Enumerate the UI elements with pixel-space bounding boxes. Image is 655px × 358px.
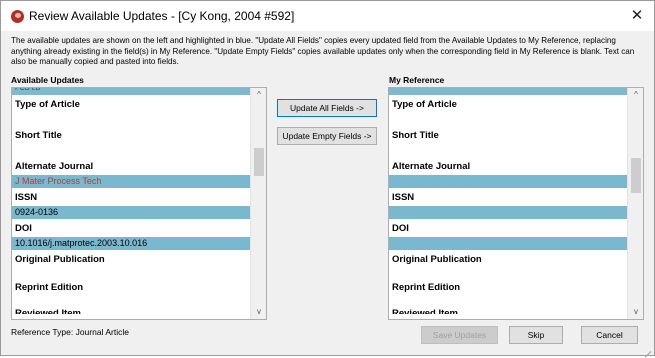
instructions-text: The available updates are shown on the l… <box>11 36 635 67</box>
my-reference-label: My Reference <box>389 75 445 85</box>
clipped-field-value: PCD LB <box>12 88 250 95</box>
scroll-down-arrow-icon[interactable]: v <box>628 305 643 319</box>
field-value-original-publication[interactable] <box>12 268 250 278</box>
save-updates-button[interactable]: Save Updates <box>421 326 498 344</box>
field-label-reprint-edition: Reprint Edition <box>392 282 461 293</box>
review-updates-dialog: Review Available Updates - [Cy Kong, 200… <box>0 0 655 356</box>
field-label-original-publication: Original Publication <box>392 254 482 265</box>
field-value-original-publication[interactable] <box>389 268 627 278</box>
field-value-reprint-edition[interactable] <box>12 296 250 306</box>
field-value-alternate-journal[interactable]: J Mater Process Tech <box>12 175 250 188</box>
resize-grip-icon[interactable] <box>641 342 653 354</box>
update-all-fields-button[interactable]: Update All Fields -> <box>277 99 377 117</box>
scroll-up-arrow-icon[interactable]: ^ <box>628 88 643 102</box>
scroll-up-arrow-icon[interactable]: ^ <box>251 88 266 102</box>
field-value-type-of-article[interactable] <box>389 113 627 126</box>
clipped-field-value <box>389 88 627 95</box>
reference-type-text: Reference Type: Journal Article <box>11 327 129 337</box>
field-label-issn: ISSN <box>15 192 38 203</box>
field-label-short-title: Short Title <box>392 130 439 141</box>
field-label-reviewed-item: Reviewed Item <box>15 308 81 314</box>
close-icon[interactable]: ✕ <box>627 7 647 25</box>
field-value-type-of-article[interactable] <box>12 113 250 126</box>
field-label-reprint-edition: Reprint Edition <box>15 282 84 293</box>
field-label-type-of-article: Type of Article <box>15 99 80 110</box>
available-updates-panel[interactable]: PCD LB Type of Article Short Title Alter… <box>11 87 267 320</box>
field-value-short-title[interactable] <box>12 144 250 157</box>
field-label-original-publication: Original Publication <box>15 254 105 265</box>
scroll-thumb[interactable] <box>631 158 641 193</box>
field-label-alternate-journal: Alternate Journal <box>15 161 94 172</box>
field-label-type-of-article: Type of Article <box>392 99 457 110</box>
field-value-short-title[interactable] <box>389 144 627 157</box>
field-label-doi: DOI <box>392 223 409 234</box>
my-reference-list: Type of Article Short Title Alternate Jo… <box>389 88 627 314</box>
update-empty-fields-button[interactable]: Update Empty Fields -> <box>277 127 377 145</box>
window-title: Review Available Updates - [Cy Kong, 200… <box>29 9 295 23</box>
field-label-issn: ISSN <box>392 192 415 203</box>
title-bar: Review Available Updates - [Cy Kong, 200… <box>1 1 654 31</box>
field-value-alternate-journal[interactable] <box>389 175 627 188</box>
field-label-alternate-journal: Alternate Journal <box>392 161 471 172</box>
available-updates-list: PCD LB Type of Article Short Title Alter… <box>12 88 250 314</box>
field-value-issn[interactable] <box>389 206 627 219</box>
available-updates-label: Available Updates <box>11 75 84 85</box>
field-label-doi: DOI <box>15 223 32 234</box>
cancel-button[interactable]: Cancel <box>581 326 638 344</box>
left-scrollbar[interactable]: ^ v <box>250 88 266 319</box>
endnote-app-icon <box>11 10 24 23</box>
field-value-doi[interactable] <box>389 237 627 250</box>
field-label-reviewed-item: Reviewed Item <box>392 308 458 314</box>
field-value-doi[interactable]: 10.1016/j.matprotec.2003.10.016 <box>12 237 250 250</box>
my-reference-panel[interactable]: Type of Article Short Title Alternate Jo… <box>388 87 644 320</box>
field-value-issn[interactable]: 0924-0136 <box>12 206 250 219</box>
field-value-reprint-edition[interactable] <box>389 296 627 306</box>
skip-button[interactable]: Skip <box>509 326 563 344</box>
right-scrollbar[interactable]: ^ v <box>627 88 643 319</box>
scroll-down-arrow-icon[interactable]: v <box>251 305 266 319</box>
scroll-thumb[interactable] <box>254 148 264 176</box>
field-label-short-title: Short Title <box>15 130 62 141</box>
